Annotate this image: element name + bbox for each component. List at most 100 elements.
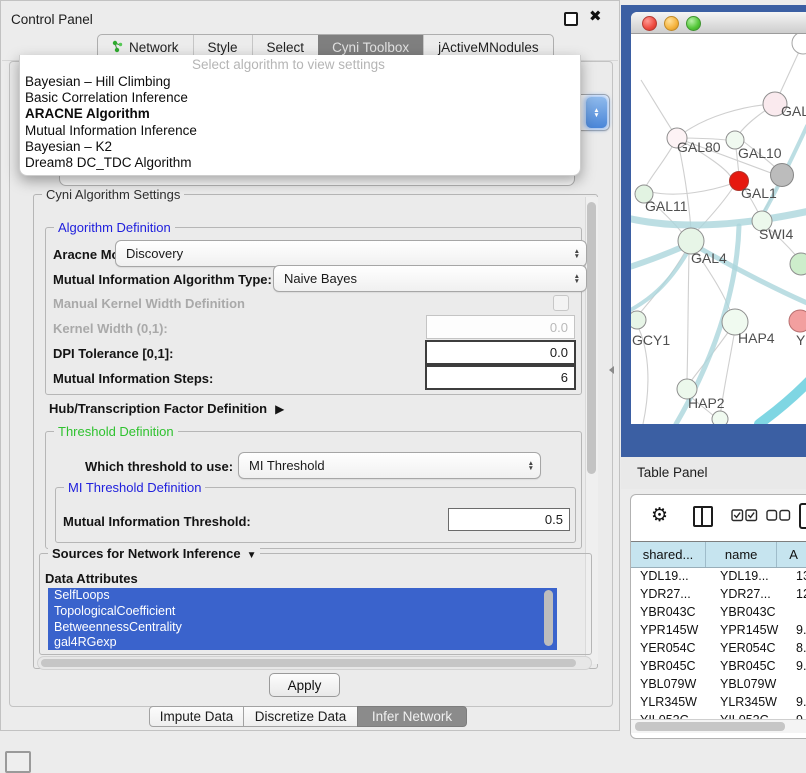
network-canvas[interactable]: GAL GAL80 GAL10 GAL1 GAL11 GAL4 SWI4 GCY… xyxy=(631,34,806,424)
mi-steps-label: Mutual Information Steps: xyxy=(53,371,213,386)
column-header-name[interactable]: name xyxy=(706,542,777,567)
aracne-mode-value: Discovery xyxy=(126,246,183,261)
table-row[interactable]: YLR345WYLR345W9. xyxy=(631,693,806,711)
node-label: GAL4 xyxy=(691,250,727,266)
settings-horizontal-scrollbar[interactable] xyxy=(37,656,592,670)
node-label: GCY1 xyxy=(632,332,670,348)
table-row[interactable]: YBL079WYBL079W xyxy=(631,675,806,693)
which-threshold-select[interactable]: MI Threshold ▲▼ xyxy=(238,452,541,479)
hub-definition-toggle[interactable]: Hub/Transcription Factor Definition▶ xyxy=(49,401,284,416)
close-icon[interactable]: ✖ xyxy=(589,7,602,25)
tab-discretize-data[interactable]: Discretize Data xyxy=(243,706,358,727)
node[interactable] xyxy=(712,411,728,424)
select-all-icon[interactable] xyxy=(731,509,758,525)
network-window-titlebar[interactable] xyxy=(631,12,806,34)
apply-button[interactable]: Apply xyxy=(269,673,340,697)
data-attributes-list: SelfLoops TopologicalCoefficient Between… xyxy=(48,588,557,650)
mi-type-value: Naive Bayes xyxy=(284,271,357,286)
table-horizontal-scrollbar[interactable] xyxy=(631,719,806,733)
dropdown-item[interactable]: Bayesian – K2 xyxy=(25,139,576,155)
minimize-icon[interactable] xyxy=(664,16,679,31)
mi-threshold-label: Mutual Information Threshold: xyxy=(63,514,251,529)
mi-type-label: Mutual Information Algorithm Type: xyxy=(53,272,272,287)
node[interactable] xyxy=(792,34,806,54)
table-function-icon[interactable] xyxy=(799,503,806,529)
dropdown-item[interactable]: Mutual Information Inference xyxy=(25,123,576,139)
gear-icon[interactable]: ⚙ xyxy=(651,504,668,527)
splitter-collapse-arrow[interactable] xyxy=(609,366,614,374)
scrollbar-thumb[interactable] xyxy=(635,722,785,731)
table-row[interactable]: YDL19...YDL19...13 xyxy=(631,567,806,585)
list-item-selected[interactable]: TopologicalCoefficient xyxy=(48,604,557,620)
stepper-icon: ▲▼ xyxy=(586,97,607,128)
dropdown-item[interactable]: Dream8 DC_TDC Algorithm xyxy=(25,155,576,171)
table-panel-header: Table Panel xyxy=(621,457,806,489)
corner-restore-icon[interactable] xyxy=(5,751,31,773)
mi-threshold-group-title: MI Threshold Definition xyxy=(64,480,205,495)
cyan-edge xyxy=(759,376,806,424)
control-panel-window: Control Panel ✖ Network Style Select Cyn… xyxy=(0,0,620,731)
list-scrollbar-thumb[interactable] xyxy=(544,590,553,646)
network-graph: GAL GAL80 GAL10 GAL1 GAL11 GAL4 SWI4 GCY… xyxy=(631,34,806,424)
tab-infer-network[interactable]: Infer Network xyxy=(357,706,467,727)
node-salmon[interactable] xyxy=(789,310,806,332)
sources-toggle[interactable]: Sources for Network Inference▼ xyxy=(48,546,260,561)
column-header-shared[interactable]: shared... xyxy=(631,542,706,567)
mi-threshold-field[interactable]: 0.5 xyxy=(448,508,570,531)
aracne-mode-select[interactable]: Discovery ▲▼ xyxy=(115,240,587,267)
table-row[interactable]: YBR043CYBR043C xyxy=(631,603,806,621)
scrollbar-thumb[interactable] xyxy=(41,659,576,667)
dropdown-item[interactable]: Bayesian – Hill Climbing xyxy=(25,74,576,90)
expanded-arrow-icon: ▼ xyxy=(247,550,257,561)
node[interactable] xyxy=(790,253,806,275)
list-item-selected[interactable]: gal4RGexp xyxy=(48,635,557,650)
table-row[interactable]: YIL052CYIL052C9 xyxy=(631,711,806,719)
data-attributes-label: Data Attributes xyxy=(45,571,138,586)
stepper-icon: ▲▼ xyxy=(574,249,580,259)
manual-kernel-checkbox[interactable] xyxy=(553,295,569,311)
network-view-window: GAL GAL80 GAL10 GAL1 GAL11 GAL4 SWI4 GCY… xyxy=(631,12,806,424)
dropdown-item-selected[interactable]: ARACNE Algorithm xyxy=(25,106,576,122)
control-panel-title: Control Panel xyxy=(11,12,93,27)
table-toolbar: ⚙ xyxy=(631,495,806,540)
table-panel-window: ⚙ shared... name A YDL19...YDL19...13 YD… xyxy=(630,494,806,739)
table-row[interactable]: YDR27...YDR27...12 xyxy=(631,585,806,603)
threshold-definition-title: Threshold Definition xyxy=(54,424,178,439)
kernel-width-field[interactable]: 0.0 xyxy=(426,315,575,339)
table-panel-title: Table Panel xyxy=(637,465,708,480)
node-label: GAL10 xyxy=(738,145,782,161)
tab-impute-data[interactable]: Impute Data xyxy=(149,706,244,727)
node-gcy1[interactable] xyxy=(631,311,646,329)
list-item-selected[interactable]: SelfLoops xyxy=(48,588,557,604)
dropdown-item[interactable]: Basic Correlation Inference xyxy=(25,90,576,106)
table-row[interactable]: YBR045CYBR045C9. xyxy=(631,657,806,675)
deselect-all-icon[interactable] xyxy=(766,509,791,524)
close-icon[interactable] xyxy=(642,16,657,31)
list-item-selected[interactable]: BetweennessCentrality xyxy=(48,620,557,636)
node-label: SWI4 xyxy=(759,226,793,242)
dpi-tolerance-field[interactable]: 0.0 xyxy=(425,340,576,365)
float-window-icon[interactable] xyxy=(564,12,578,26)
node-label: Y xyxy=(796,332,806,348)
stepper-icon: ▲▼ xyxy=(528,461,534,471)
settings-group-title: Cyni Algorithm Settings xyxy=(42,187,184,202)
split-column-icon[interactable] xyxy=(693,506,713,527)
algorithm-dropdown: Select algorithm to view settings Bayesi… xyxy=(19,55,581,176)
mi-type-select[interactable]: Naive Bayes ▲▼ xyxy=(273,265,587,292)
node-gray[interactable] xyxy=(771,164,794,187)
dropdown-placeholder: Select algorithm to view settings xyxy=(192,57,385,72)
table-row[interactable]: YER054CYER054C8. xyxy=(631,639,806,657)
which-threshold-value: MI Threshold xyxy=(249,458,325,473)
node-label: GAL xyxy=(781,103,806,119)
network-icon xyxy=(112,40,123,56)
column-header-partial[interactable]: A xyxy=(777,542,806,567)
node-label: GAL80 xyxy=(677,139,721,155)
node-label: GAL1 xyxy=(741,185,777,201)
mi-steps-field[interactable]: 6 xyxy=(425,365,576,390)
stepper-icon: ▲▼ xyxy=(574,274,580,284)
node-label: HAP2 xyxy=(688,395,725,411)
table-row[interactable]: YPR145WYPR145W9. xyxy=(631,621,806,639)
scrollbar-thumb[interactable] xyxy=(587,202,596,474)
algorithm-definition-title: Algorithm Definition xyxy=(54,220,175,235)
zoom-icon[interactable] xyxy=(686,16,701,31)
